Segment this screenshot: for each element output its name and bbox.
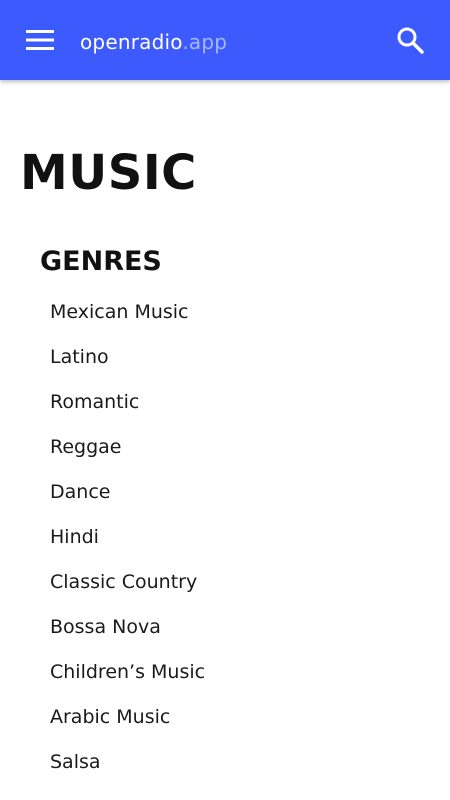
genre-item[interactable]: Salsa (50, 748, 205, 793)
brand-name: openradio (80, 30, 183, 54)
section-title-genres: GENRES (40, 246, 162, 277)
genre-item[interactable]: Reggae (50, 433, 205, 478)
main-content: MUSIC GENRES Mexican Music Latino Romant… (0, 80, 450, 800)
genre-item[interactable]: Bossa Nova (50, 613, 205, 658)
genre-list: Mexican Music Latino Romantic Reggae Dan… (50, 298, 205, 793)
genre-item[interactable]: Mexican Music (50, 298, 205, 343)
genre-item[interactable]: Hindi (50, 523, 205, 568)
brand-logo[interactable]: openradio.app (80, 28, 227, 56)
brand-tld: .app (182, 30, 228, 54)
genre-item[interactable]: Arabic Music (50, 703, 205, 748)
genre-item[interactable]: Dance (50, 478, 205, 523)
search-icon (397, 27, 424, 54)
search-button[interactable] (390, 20, 430, 60)
genre-item[interactable]: Children’s Music (50, 658, 205, 703)
genre-item[interactable]: Romantic (50, 388, 205, 433)
menu-icon (26, 30, 54, 50)
menu-button[interactable] (20, 20, 60, 60)
genre-item[interactable]: Classic Country (50, 568, 205, 613)
app-bar: openradio.app (0, 0, 450, 80)
genre-item[interactable]: Latino (50, 343, 205, 388)
page-title: MUSIC (20, 145, 197, 201)
